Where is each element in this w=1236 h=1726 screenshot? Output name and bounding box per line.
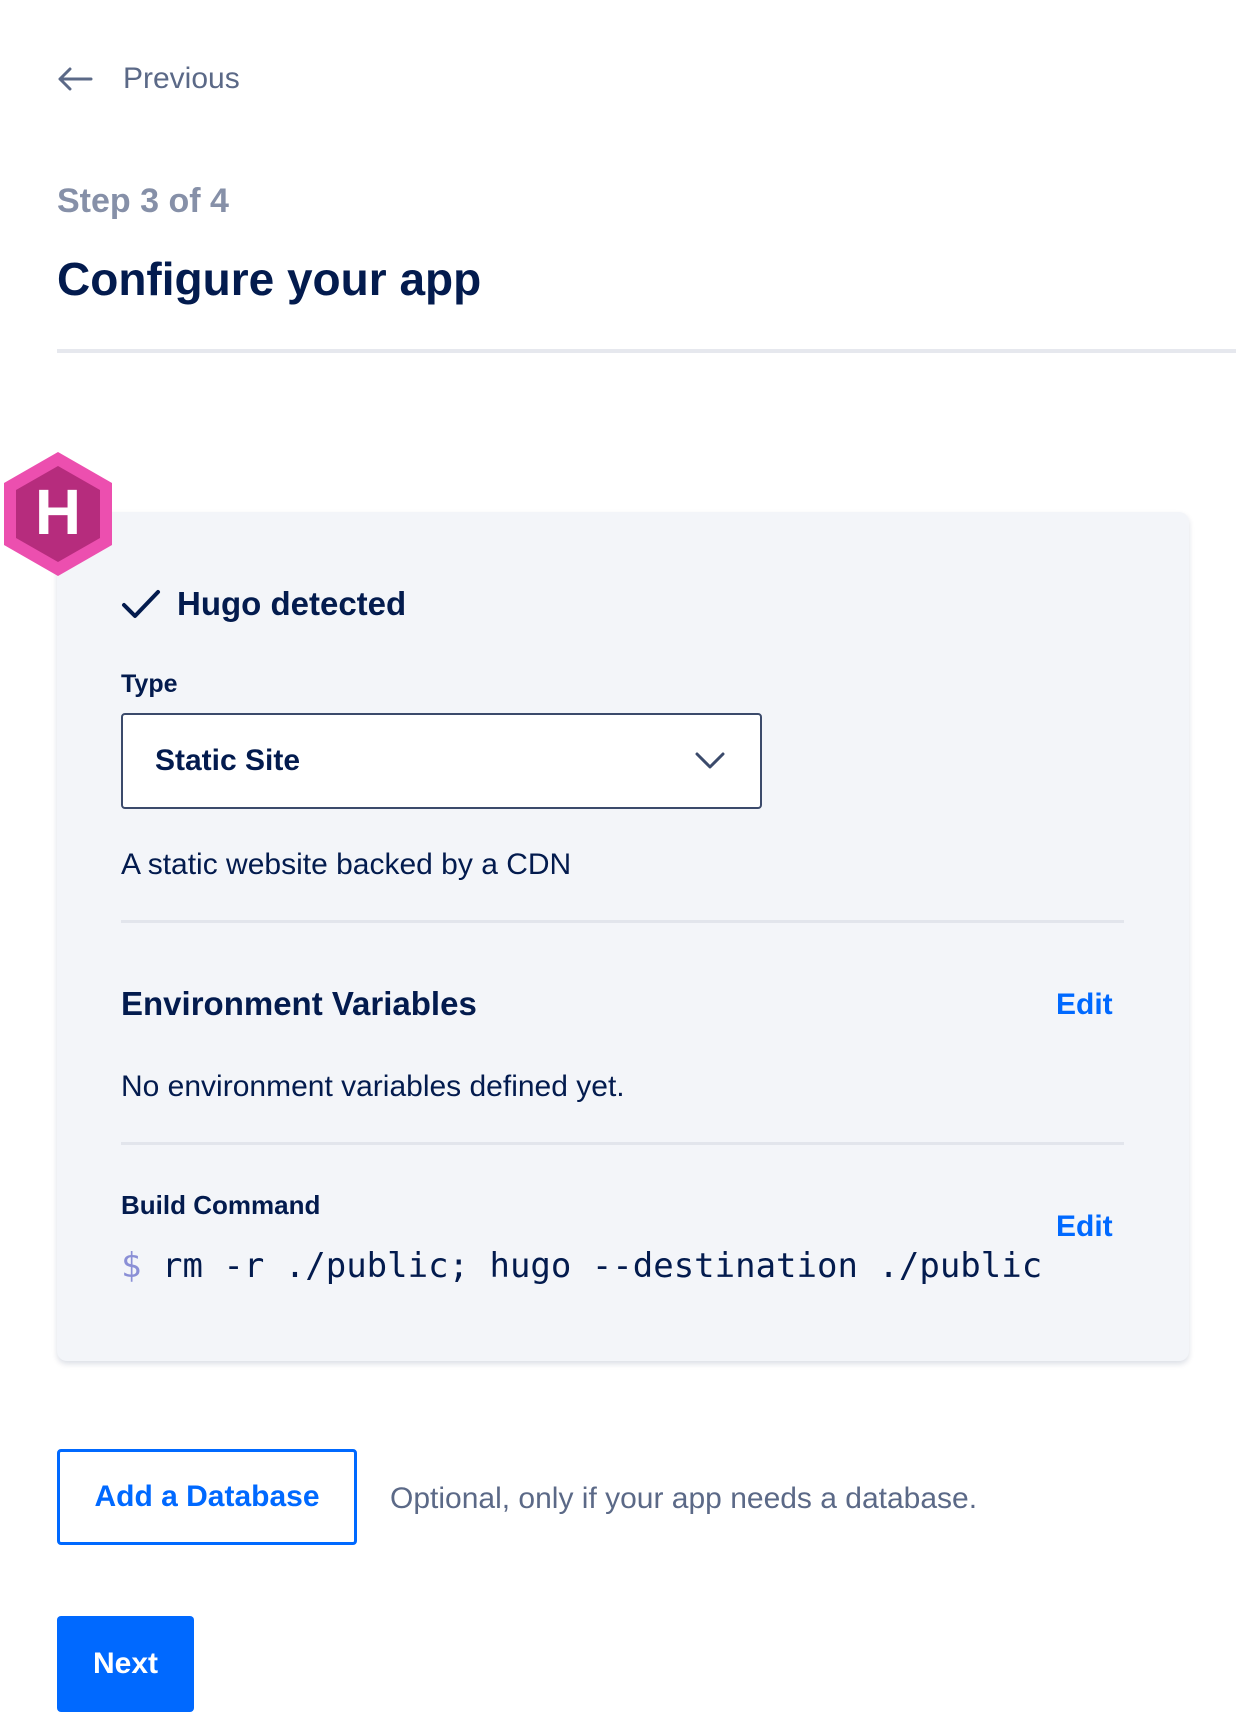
add-database-description: Optional, only if your app needs a datab… bbox=[390, 1482, 978, 1515]
type-select[interactable]: Static Site bbox=[121, 713, 762, 809]
build-command-text: rm -r ./public; hugo --destination ./pub… bbox=[161, 1246, 1043, 1286]
app-config-card bbox=[57, 512, 1189, 1361]
env-vars-edit-link[interactable]: Edit bbox=[1056, 988, 1113, 1022]
chevron-down-icon bbox=[695, 752, 725, 769]
page-title: Configure your app bbox=[57, 253, 482, 305]
header-divider bbox=[57, 349, 1236, 353]
next-button[interactable]: Next bbox=[57, 1616, 194, 1712]
page: Previous Step 3 of 4 Configure your app … bbox=[0, 0, 1236, 1726]
type-description: A static website backed by a CDN bbox=[121, 848, 572, 881]
type-select-value: Static Site bbox=[155, 744, 301, 777]
previous-label: Previous bbox=[123, 62, 240, 95]
build-command-label: Build Command bbox=[121, 1190, 321, 1220]
section-divider bbox=[121, 1142, 1124, 1145]
add-database-button[interactable]: Add a Database bbox=[57, 1449, 357, 1545]
arrow-left-icon bbox=[58, 67, 93, 91]
framework-detected: Hugo detected bbox=[121, 585, 406, 623]
build-command: $ rm -r ./public; hugo --destination ./p… bbox=[121, 1246, 1042, 1286]
build-command-edit-link[interactable]: Edit bbox=[1056, 1210, 1113, 1244]
hugo-logo-letter: H bbox=[35, 476, 81, 548]
check-icon bbox=[122, 590, 160, 618]
env-vars-empty-text: No environment variables defined yet. bbox=[121, 1070, 625, 1103]
previous-link[interactable]: Previous bbox=[57, 62, 240, 96]
shell-prompt: $ bbox=[121, 1246, 142, 1286]
env-vars-title: Environment Variables bbox=[121, 985, 477, 1022]
hugo-logo-icon: H bbox=[4, 452, 112, 576]
type-label: Type bbox=[121, 670, 178, 698]
section-divider bbox=[121, 920, 1124, 923]
step-indicator: Step 3 of 4 bbox=[57, 182, 229, 220]
framework-detected-label: Hugo detected bbox=[177, 585, 407, 622]
